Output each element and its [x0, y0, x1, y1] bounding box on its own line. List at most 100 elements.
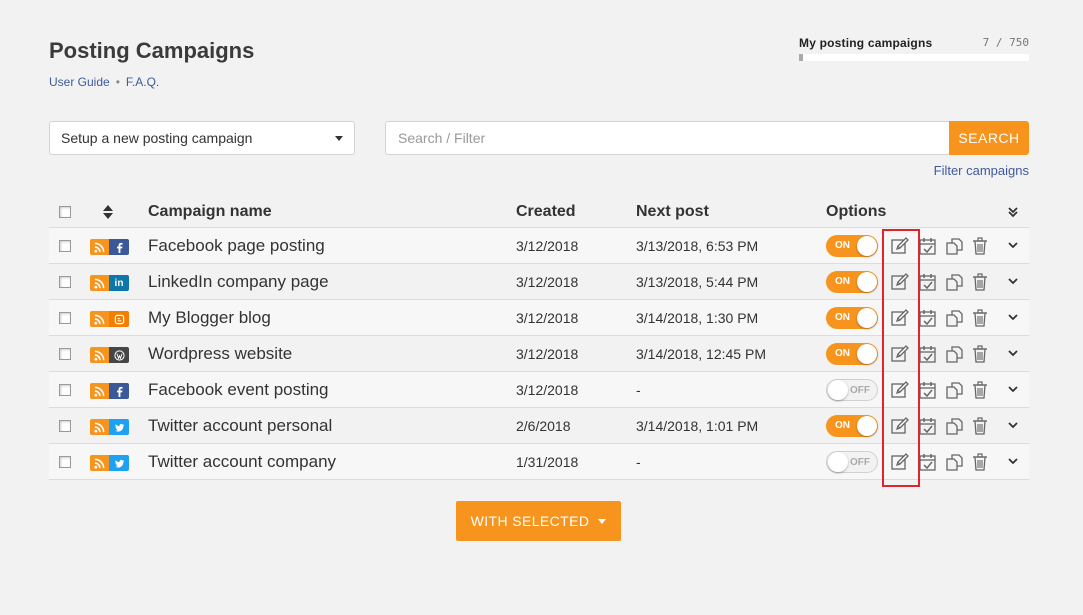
duplicate-icon[interactable]: [943, 307, 965, 329]
campaign-status-toggle[interactable]: OFF: [826, 379, 878, 401]
row-checkbox[interactable]: [59, 420, 71, 432]
with-selected-button[interactable]: WITH SELECTED: [456, 501, 621, 541]
schedule-icon[interactable]: [917, 235, 939, 257]
campaign-status-toggle[interactable]: ON: [826, 271, 878, 293]
row-checkbox[interactable]: [59, 384, 71, 396]
trash-icon[interactable]: [969, 379, 991, 401]
schedule-icon[interactable]: [917, 451, 939, 473]
next-post-date: 3/13/2018, 5:44 PM: [636, 274, 759, 290]
row-checkbox[interactable]: [59, 240, 71, 252]
campaign-name[interactable]: LinkedIn company page: [148, 272, 329, 292]
column-header-next-post[interactable]: Next post: [636, 203, 709, 221]
edit-icon[interactable]: [889, 271, 911, 293]
chevron-down-icon[interactable]: [1007, 239, 1019, 251]
toggle-label: OFF: [850, 385, 870, 396]
column-header-options: Options: [826, 203, 887, 220]
row-checkbox[interactable]: [59, 348, 71, 360]
chevron-down-icon[interactable]: [1007, 347, 1019, 359]
campaign-name[interactable]: Facebook event posting: [148, 380, 329, 400]
edit-icon[interactable]: [889, 307, 911, 329]
help-links: User Guide • F.A.Q.: [49, 75, 159, 89]
next-post-date: 3/13/2018, 6:53 PM: [636, 238, 759, 254]
toggle-label: ON: [835, 420, 850, 431]
rss-icon: [90, 383, 109, 399]
caret-down-icon: [335, 135, 343, 141]
toggle-label: ON: [835, 348, 850, 359]
user-guide-link[interactable]: User Guide: [49, 75, 110, 89]
expand-all-icon[interactable]: [1007, 206, 1019, 218]
campaign-status-toggle[interactable]: ON: [826, 415, 878, 437]
select-all-checkbox[interactable]: [59, 206, 71, 218]
edit-icon[interactable]: [889, 343, 911, 365]
chevron-down-icon[interactable]: [1007, 455, 1019, 467]
toggle-label: OFF: [850, 457, 870, 468]
duplicate-icon[interactable]: [943, 451, 965, 473]
campaign-status-toggle[interactable]: ON: [826, 307, 878, 329]
table-row: Twitter account company 1/31/2018 - OFF: [49, 444, 1029, 480]
campaign-status-toggle[interactable]: ON: [826, 343, 878, 365]
chevron-down-icon[interactable]: [1007, 419, 1019, 431]
table-row: Wordpress website 3/12/2018 3/14/2018, 1…: [49, 336, 1029, 372]
quota-count: 7 / 750: [982, 36, 1029, 49]
chevron-down-icon[interactable]: [1007, 383, 1019, 395]
table-row: My Blogger blog 3/12/2018 3/14/2018, 1:3…: [49, 300, 1029, 336]
sort-icon[interactable]: [103, 205, 113, 219]
schedule-icon[interactable]: [917, 271, 939, 293]
row-checkbox[interactable]: [59, 276, 71, 288]
next-post-date: -: [636, 382, 641, 398]
filter-campaigns-link[interactable]: Filter campaigns: [934, 163, 1029, 178]
trash-icon[interactable]: [969, 343, 991, 365]
edit-icon[interactable]: [889, 235, 911, 257]
created-date: 3/12/2018: [516, 310, 579, 326]
campaign-status-toggle[interactable]: OFF: [826, 451, 878, 473]
campaign-name[interactable]: Twitter account personal: [148, 416, 332, 436]
column-header-created[interactable]: Created: [516, 203, 576, 221]
rss-icon: [90, 455, 109, 471]
toggle-knob: [857, 236, 877, 256]
toggle-knob: [828, 380, 848, 400]
chevron-down-icon[interactable]: [1007, 275, 1019, 287]
duplicate-icon[interactable]: [943, 415, 965, 437]
table-row: Twitter account personal 2/6/2018 3/14/2…: [49, 408, 1029, 444]
column-header-name[interactable]: Campaign name: [148, 203, 272, 221]
toggle-label: ON: [835, 312, 850, 323]
with-selected-label: WITH SELECTED: [470, 513, 590, 529]
edit-icon[interactable]: [889, 451, 911, 473]
search-input[interactable]: [385, 121, 950, 155]
table-header: Campaign name Created Next post Options: [49, 195, 1029, 228]
quota-progress-bar: [799, 54, 1029, 61]
campaign-name[interactable]: Facebook page posting: [148, 236, 325, 256]
duplicate-icon[interactable]: [943, 379, 965, 401]
created-date: 2/6/2018: [516, 418, 571, 434]
trash-icon[interactable]: [969, 235, 991, 257]
duplicate-icon[interactable]: [943, 271, 965, 293]
search-button[interactable]: SEARCH: [949, 121, 1029, 155]
next-post-date: 3/14/2018, 1:01 PM: [636, 418, 759, 434]
trash-icon[interactable]: [969, 271, 991, 293]
faq-link[interactable]: F.A.Q.: [126, 75, 159, 89]
row-checkbox[interactable]: [59, 456, 71, 468]
chevron-down-icon[interactable]: [1007, 311, 1019, 323]
schedule-icon[interactable]: [917, 415, 939, 437]
row-checkbox[interactable]: [59, 312, 71, 324]
campaign-status-toggle[interactable]: ON: [826, 235, 878, 257]
edit-icon[interactable]: [889, 379, 911, 401]
trash-icon[interactable]: [969, 451, 991, 473]
duplicate-icon[interactable]: [943, 343, 965, 365]
edit-icon[interactable]: [889, 415, 911, 437]
campaign-name[interactable]: Wordpress website: [148, 344, 292, 364]
trash-icon[interactable]: [969, 415, 991, 437]
rss-icon: [90, 347, 109, 363]
table-body: Facebook page posting 3/12/2018 3/13/201…: [49, 228, 1029, 480]
trash-icon[interactable]: [969, 307, 991, 329]
created-date: 3/12/2018: [516, 238, 579, 254]
next-post-date: -: [636, 454, 641, 470]
schedule-icon[interactable]: [917, 307, 939, 329]
schedule-icon[interactable]: [917, 379, 939, 401]
campaign-name[interactable]: Twitter account company: [148, 452, 336, 472]
duplicate-icon[interactable]: [943, 235, 965, 257]
setup-campaign-select[interactable]: Setup a new posting campaign: [49, 121, 355, 155]
campaign-name[interactable]: My Blogger blog: [148, 308, 271, 328]
toggle-knob: [857, 416, 877, 436]
schedule-icon[interactable]: [917, 343, 939, 365]
